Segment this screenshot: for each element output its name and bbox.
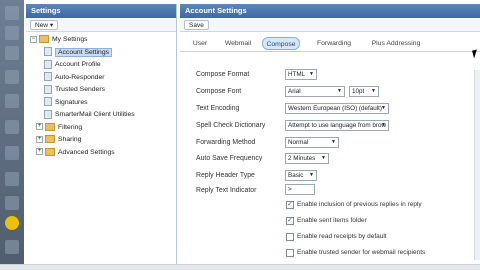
notes-icon[interactable] [5,94,19,108]
save-button[interactable]: Save [184,20,209,30]
read-receipts-label: Enable read receipts by default [297,233,387,240]
folder-icon [39,35,49,44]
contacts-icon[interactable] [5,26,19,40]
tree-node-account-settings[interactable]: Account Settings [30,47,176,60]
sent-items-label: Enable sent items folder [297,217,367,224]
tab-user[interactable]: User [190,37,210,50]
collapse-icon[interactable]: − [30,35,37,43]
folder-icon [45,135,55,144]
tasks-icon[interactable] [5,70,19,84]
tree-node-account-profile[interactable]: Account Profile [30,59,176,72]
page-icon [44,97,52,107]
expand-icon[interactable]: + [36,135,43,143]
expand-icon[interactable]: + [36,123,43,131]
main-toolbar: Save [180,18,480,32]
page-icon [44,72,52,82]
new-button[interactable]: New ▾ [30,20,59,30]
tree-node-filtering[interactable]: + Filtering [30,122,176,135]
page-icon [44,84,52,94]
icon-rail [0,0,24,270]
forwarding-method-select[interactable]: Normal ▼ [285,137,339,148]
compose-font-label: Compose Font [196,88,242,95]
tree-toolbar: New ▾ [26,18,176,32]
text-encoding-select[interactable]: Western European (ISO) (default) ▼ [285,103,389,114]
forwarding-method-label: Forwarding Method [196,139,256,146]
tab-strip: User Webmail Compose Forwarding Plus Add… [180,32,480,52]
settings-tree-pane: Settings New ▾ − My Settings Account Sett… [26,4,177,270]
tab-forwarding[interactable]: Forwarding [314,37,354,50]
auto-save-label: Auto Save Frequency [196,155,263,162]
tree-node-signatures[interactable]: Signatures [30,97,176,110]
font-size-select[interactable]: 10pt ▼ [349,86,379,97]
pane-title: Account Settings [180,4,480,18]
tree-node-sharing[interactable]: + Sharing [30,134,176,147]
tab-plus-addressing[interactable]: Plus Addressing [368,37,424,50]
trusted-sender-checkbox[interactable] [286,249,294,257]
page-icon [44,109,52,119]
tree-node-client-utilities[interactable]: SmarterMail Client Utilities [30,109,176,122]
settings-gear-icon[interactable] [5,216,19,230]
reply-header-label: Reply Header Type [196,172,255,179]
page-icon [44,47,52,57]
reply-indicator-input[interactable]: > [285,184,315,195]
horizontal-scrollbar[interactable] [0,264,480,270]
rss-icon[interactable] [5,120,19,134]
reports-icon[interactable] [5,172,19,186]
tree-node-my-settings[interactable]: − My Settings [30,34,176,47]
reply-header-select[interactable]: Basic ▼ [285,170,317,181]
app-window: Settings New ▾ − My Settings Account Sett… [0,0,480,270]
files-icon[interactable] [5,146,19,160]
alerts-icon[interactable] [5,196,19,210]
settings-tree: − My Settings Account Settings Account Pr… [26,32,176,159]
folder-icon [45,122,55,131]
spell-check-label: Spell Check Dictionary [196,122,266,129]
compose-format-select[interactable]: HTML ▼ [285,69,317,80]
compose-format-label: Compose Format [196,71,250,78]
tree-node-auto-responder[interactable]: Auto-Responder [30,72,176,85]
mail-icon[interactable] [5,6,19,20]
read-receipts-checkbox[interactable] [286,233,294,241]
tab-compose[interactable]: Compose [262,37,300,50]
tree-node-trusted-senders[interactable]: Trusted Senders [30,84,176,97]
tree-node-advanced-settings[interactable]: + Advanced Settings [30,147,176,160]
page-icon [44,59,52,69]
folder-icon [45,147,55,156]
search-icon[interactable] [5,240,19,254]
auto-save-select[interactable]: 2 Minutes ▼ [285,153,329,164]
sent-items-checkbox[interactable]: ✓ [286,217,294,225]
vertical-scrollbar[interactable] [474,70,480,260]
text-encoding-label: Text Encoding [196,105,240,112]
include-replies-label: Enable inclusion of previous replies in … [297,201,422,208]
expand-icon[interactable]: + [36,148,43,156]
trusted-sender-label: Enable trusted sender for webmail recipi… [297,249,426,256]
calendar-icon[interactable] [5,46,19,60]
reply-indicator-label: Reply Text Indicator [196,187,257,194]
spell-check-select[interactable]: Attempt to use language from brow ▼ [285,120,389,131]
compose-font-select[interactable]: Arial ▼ [285,86,345,97]
include-replies-checkbox[interactable]: ✓ [286,201,294,209]
tab-webmail[interactable]: Webmail [222,37,254,50]
tree-title: Settings [26,4,176,18]
